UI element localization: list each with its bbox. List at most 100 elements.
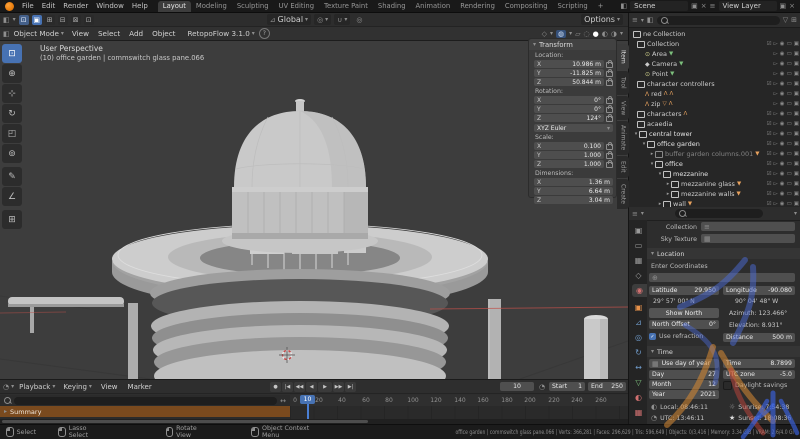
start-frame-field[interactable]: Start 1	[549, 382, 585, 391]
outliner-row[interactable]: Collection ☑ ▻ ◉ ▭ ▣	[629, 39, 800, 49]
tool-cursor[interactable]: ⊕	[2, 64, 22, 83]
workspace-tab-sculpting[interactable]: Sculpting	[232, 1, 274, 12]
lock-icon[interactable]	[606, 105, 613, 113]
coordinates-field[interactable]: ⊕	[649, 273, 795, 282]
active-tool-button[interactable]: ⊡	[18, 14, 29, 25]
latitude-field[interactable]: Latitude 29.950	[649, 286, 719, 295]
outliner-search-input[interactable]	[656, 15, 780, 25]
menu-window[interactable]: Window	[92, 2, 128, 10]
distance-field[interactable]: Distance 500 m	[723, 333, 795, 342]
menu-view[interactable]: View	[68, 29, 93, 38]
dimensions-y-field[interactable]: Y 6.64 m	[534, 187, 613, 195]
outliner-row[interactable]: acaedia ☑ ▻ ◉ ▭ ▣	[629, 119, 800, 129]
keying-menu[interactable]: Keying ▾	[60, 381, 95, 392]
outliner-row[interactable]: characters Λ ☑ ▻ ◉ ▭ ▣	[629, 109, 800, 119]
select-mode-invert-button[interactable]: ⊠	[70, 14, 81, 25]
year-field[interactable]: Year 2021	[649, 390, 719, 399]
properties-options-chevron-icon[interactable]: ▾	[794, 210, 797, 217]
outliner-filter-icon[interactable]: ◧	[647, 16, 654, 24]
use-refraction-checkbox[interactable]: ✓ Use refraction	[649, 333, 703, 340]
jump-to-end-button[interactable]: ▶|	[345, 381, 356, 392]
shading-rendered-button[interactable]: ◑	[611, 30, 617, 38]
workspace-tab-modeling[interactable]: Modeling	[191, 1, 232, 12]
menu-render[interactable]: Render	[59, 2, 92, 10]
viewport-editor-icon[interactable]: ◧	[3, 30, 10, 38]
tool-box-select[interactable]: ⊡	[2, 44, 22, 63]
play-reverse-button[interactable]: ◀	[306, 381, 317, 392]
outliner-row[interactable]: ▾ central tower ☑ ▻ ◉ ▭ ▣	[629, 129, 800, 139]
editor-type-icon[interactable]: ◧	[3, 16, 10, 24]
tab-material[interactable]: ◐	[631, 391, 646, 404]
retopoflow-menu[interactable]: RetopoFlow 3.1.0 ▾	[185, 28, 258, 39]
outliner-row[interactable]: character controllers ☑ ▻ ◉ ▭ ▣	[629, 79, 800, 89]
shading-solid-button[interactable]: ●	[593, 30, 599, 38]
select-mode-intersect-button[interactable]: ⊡	[83, 14, 94, 25]
lock-icon[interactable]	[606, 60, 613, 68]
workspace-tab-shading[interactable]: Shading	[373, 1, 411, 12]
location-x-field[interactable]: X 10.986 m	[534, 60, 604, 68]
outliner-funnel-icon[interactable]: ▽	[783, 16, 788, 24]
transform-panel-header[interactable]: ▾ Transform	[529, 39, 616, 50]
lock-icon[interactable]	[606, 151, 613, 159]
overlays-button[interactable]: ◍	[556, 29, 567, 38]
sky-texture-field[interactable]: ▦	[701, 234, 795, 243]
timeline-tracks[interactable]	[290, 406, 628, 419]
menu-file[interactable]: File	[18, 2, 38, 10]
timeline-marker-menu[interactable]: Marker	[124, 383, 156, 391]
tab-view-layer[interactable]: ▦	[631, 254, 646, 267]
summary-channel[interactable]: ▸ Summary	[0, 406, 290, 417]
properties-search-input[interactable]	[674, 209, 763, 218]
shading-wireframe-button[interactable]: ◌	[584, 30, 590, 38]
workspace-tab-scripting[interactable]: Scripting	[553, 1, 593, 12]
outliner-row[interactable]: ▸ wall ▼ ☑ ▻ ◉ ▭ ▣	[629, 199, 800, 207]
outliner-display-mode-icon[interactable]: ≡	[632, 16, 638, 24]
mode-dropdown[interactable]: Object Mode ▾	[11, 28, 67, 39]
view-layer-selector[interactable]: View Layer	[718, 1, 777, 11]
location-z-field[interactable]: Z 50.844 m	[534, 78, 604, 86]
npanel-tab-animate[interactable]: Animate	[617, 121, 629, 155]
outliner-row[interactable]: ⊙ Area ▼ ▻ ◉ ▭ ▣	[629, 49, 800, 59]
scale-x-field[interactable]: X 0.100	[534, 142, 604, 150]
add-workspace-button[interactable]: +	[593, 1, 609, 12]
timeline-view-menu[interactable]: View	[97, 383, 122, 391]
menu-add[interactable]: Add	[125, 29, 147, 38]
npanel-tab-edit[interactable]: Edit	[617, 156, 629, 178]
outliner-row[interactable]: ⊙ Point ▼ ▻ ◉ ▭ ▣	[629, 69, 800, 79]
outliner-row[interactable]: ▾ mezzanine ☑ ▻ ◉ ▭ ▣	[629, 169, 800, 179]
outliner-row[interactable]: ▸ mezzanine walls ▼ ☑ ▻ ◉ ▭ ▣	[629, 189, 800, 199]
workspace-tab-layout[interactable]: Layout	[157, 0, 191, 12]
tab-constraints[interactable]: ↔	[631, 361, 646, 374]
timeline-editor-icon[interactable]: ◔	[3, 383, 9, 391]
new-view-layer-icon[interactable]: ▣	[780, 2, 787, 10]
outliner-row[interactable]: Λred Λ Λ ▻ ◉ ▭ ▣	[629, 89, 800, 99]
menu-help[interactable]: Help	[128, 2, 152, 10]
tab-physics[interactable]: ↻	[631, 346, 646, 359]
menu-object[interactable]: Object	[148, 29, 179, 38]
scene-selector[interactable]: Scene	[630, 1, 689, 11]
npanel-tab-item[interactable]: Item	[617, 44, 629, 70]
rotation-z-field[interactable]: Z 124°	[534, 114, 604, 122]
outliner-row[interactable]: ▸ buffer garden columns.001 ▼ ☑ ▻ ◉ ▭ ▣	[629, 149, 800, 159]
tool-move[interactable]: ⊹	[2, 84, 22, 103]
delete-scene-icon[interactable]: ×	[701, 2, 707, 10]
tab-object[interactable]: ▣	[631, 301, 646, 314]
npanel-tab-view[interactable]: View	[617, 96, 629, 120]
select-mode-subtract-button[interactable]: ⊟	[57, 14, 68, 25]
outliner-row-scene-collection[interactable]: ne Collection	[629, 29, 800, 39]
playback-menu[interactable]: Playback ▾	[16, 381, 58, 392]
shading-material-button[interactable]: ◐	[602, 30, 608, 38]
menu-edit[interactable]: Edit	[38, 2, 60, 10]
lock-icon[interactable]	[606, 114, 613, 122]
current-frame-field[interactable]: 10	[500, 382, 534, 391]
transform-orientation-dropdown[interactable]: ⊿ Global ▾	[266, 14, 312, 25]
lock-icon[interactable]	[606, 142, 613, 150]
tool-rotate[interactable]: ↻	[2, 104, 22, 123]
npanel-tab-tool[interactable]: Tool	[617, 71, 629, 95]
lock-icon[interactable]	[606, 78, 613, 86]
workspace-tab-compositing[interactable]: Compositing	[500, 1, 553, 12]
next-keyframe-button[interactable]: ▶▶	[333, 381, 344, 392]
tab-particles[interactable]: ◎	[631, 331, 646, 344]
show-north-button[interactable]: Show North	[649, 308, 719, 318]
delete-view-layer-icon[interactable]: ×	[789, 2, 795, 10]
tab-world[interactable]: ◉	[632, 284, 647, 297]
